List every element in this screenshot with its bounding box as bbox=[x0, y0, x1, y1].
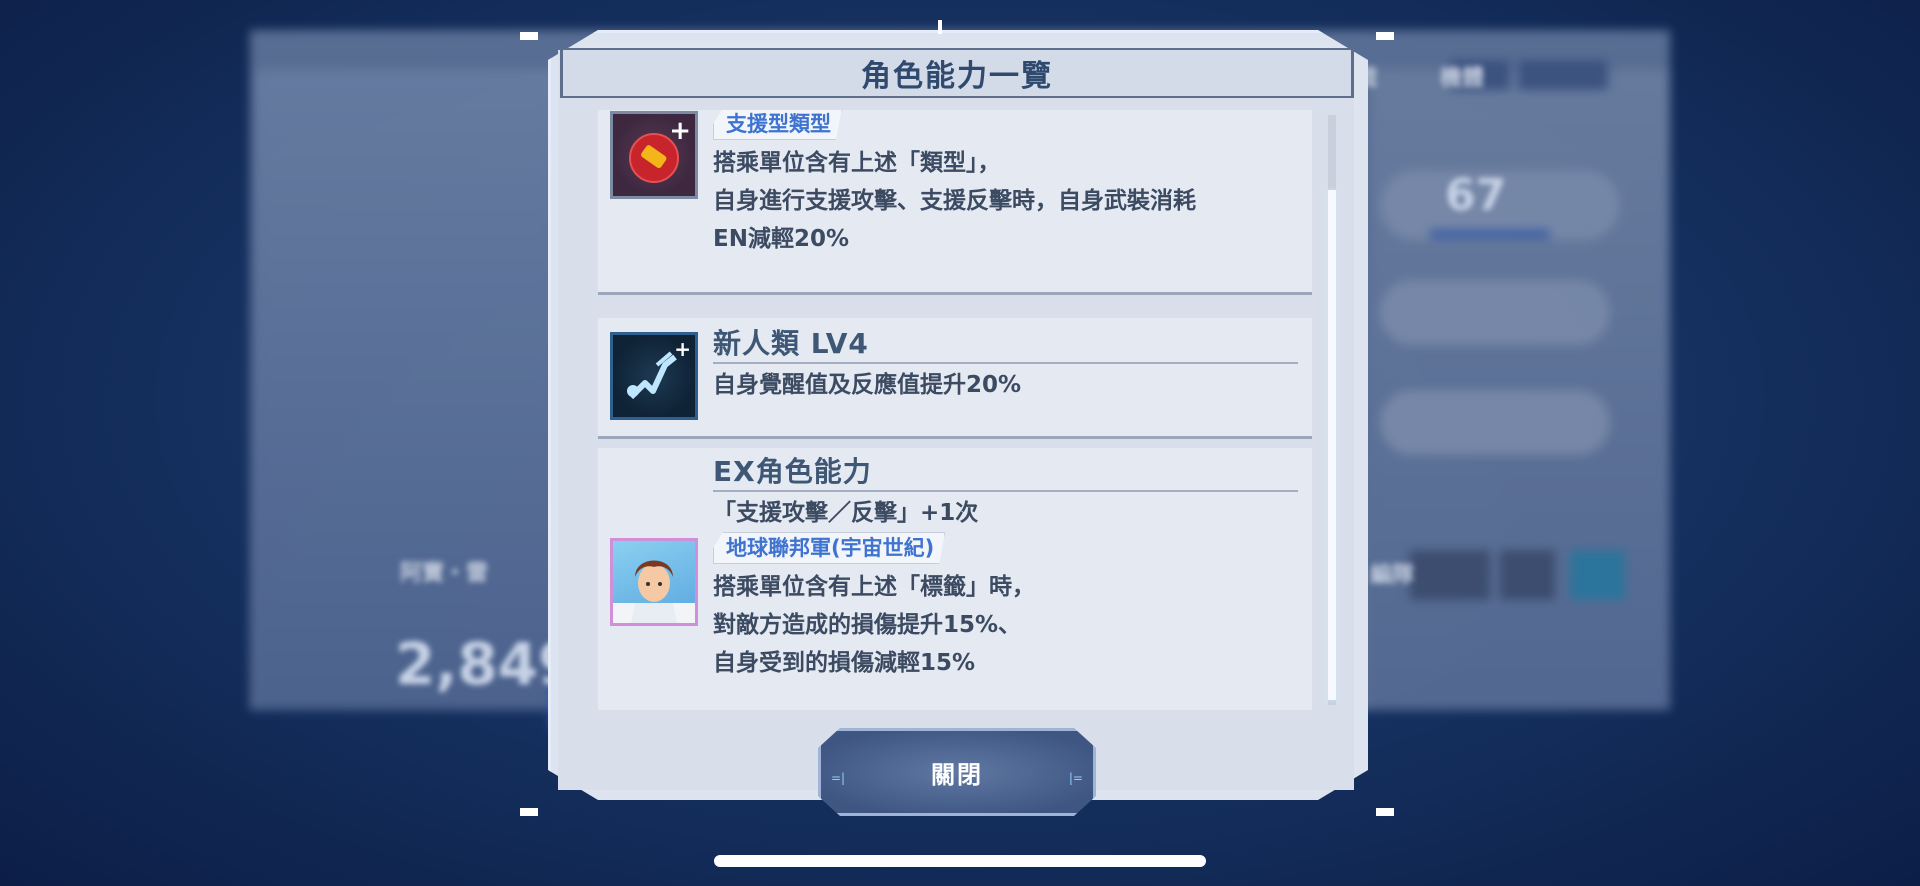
dialog-title-bar: 角色能力一覽 bbox=[560, 48, 1354, 98]
ability-name: EX角色能力 bbox=[713, 454, 1298, 492]
ability-desc-line: 對敵方造成的損傷提升15%、 bbox=[713, 612, 1022, 638]
pilot-portrait-graphic bbox=[613, 560, 695, 623]
background-level-value: 67 bbox=[1445, 170, 1507, 221]
background-left-panel bbox=[255, 70, 555, 710]
background-right-label: 編隊 bbox=[1370, 563, 1415, 588]
ability-card-newtype: + 新人類 LV4 自身覺醒值及反應值提升20% bbox=[598, 318, 1312, 436]
ability-desc-line: 搭乘單位含有上述「類型」， bbox=[713, 150, 1001, 176]
ability-list-dialog: 角色能力一覽 + 支援型類型 搭乘單位含有上述「類型」， 自身進行支援攻擊、支援… bbox=[520, 20, 1394, 816]
frame-corner-tr bbox=[1376, 32, 1394, 40]
ability-text-newtype: 新人類 LV4 自身覺醒值及反應值提升20% bbox=[713, 326, 1298, 404]
type-tag: 支援型類型 bbox=[713, 110, 842, 140]
frame-corner-bl bbox=[520, 808, 538, 816]
background-search-pill-1 bbox=[1380, 280, 1610, 345]
background-tab-b bbox=[1518, 60, 1608, 90]
ability-name: 新人類 LV4 bbox=[713, 326, 1298, 364]
dialog-title: 角色能力一覽 bbox=[861, 59, 1053, 94]
faction-tag: 地球聯邦軍(宇宙世紀) bbox=[713, 532, 945, 564]
background-button-a bbox=[1410, 550, 1490, 600]
ability-desc-line: 自身進行支援攻擊、支援反擊時，自身武裝消耗 bbox=[713, 188, 1196, 214]
ability-text-ex: EX角色能力 「支援攻擊／反擊」+1次 地球聯邦軍(宇宙世紀) 搭乘單位含有上述… bbox=[713, 454, 1298, 682]
newtype-icon: + bbox=[610, 332, 698, 420]
ability-list[interactable]: + 支援型類型 搭乘單位含有上述「類型」， 自身進行支援攻擊、支援反擊時，自身武… bbox=[598, 110, 1333, 710]
ability-card-ex: EX角色能力 「支援攻擊／反擊」+1次 地球聯邦軍(宇宙世紀) 搭乘單位含有上述… bbox=[598, 448, 1312, 710]
close-deco-left-icon: =| bbox=[831, 771, 846, 785]
background-button-c bbox=[1570, 550, 1625, 600]
ability-desc-line: 搭乘單位含有上述「標籤」時， bbox=[713, 574, 1035, 600]
frame-corner-br bbox=[1376, 808, 1394, 816]
plus-icon: + bbox=[669, 116, 691, 146]
background-button-b bbox=[1500, 550, 1555, 600]
pilot-portrait-icon bbox=[610, 538, 698, 626]
ability-text-support: 支援型類型 搭乘單位含有上述「類型」， 自身進行支援攻擊、支援反擊時，自身武裝消… bbox=[713, 110, 1298, 258]
plus-icon: + bbox=[674, 337, 691, 361]
background-level-bar bbox=[1430, 230, 1550, 238]
close-deco-right-icon: |= bbox=[1068, 771, 1083, 785]
frame-corner-tl bbox=[520, 32, 538, 40]
support-type-icon: + bbox=[610, 111, 698, 199]
close-button[interactable]: =| 關閉 |= bbox=[818, 728, 1096, 816]
home-indicator[interactable] bbox=[714, 855, 1206, 867]
ability-subtitle: 「支援攻擊／反擊」+1次 bbox=[713, 500, 979, 526]
ability-desc-line: EN減輕20% bbox=[713, 226, 850, 252]
scrollbar-thumb[interactable] bbox=[1328, 190, 1336, 700]
close-button-label: 關閉 bbox=[931, 760, 983, 789]
ability-card-support: + 支援型類型 搭乘單位含有上述「類型」， 自身進行支援攻擊、支援反擊時，自身武… bbox=[598, 110, 1312, 292]
background-search-pill-2 bbox=[1380, 390, 1610, 455]
background-tab-b-label: 機體 bbox=[1440, 66, 1485, 91]
frame-top-tick bbox=[938, 20, 942, 34]
ability-desc-line: 自身受到的損傷減輕15% bbox=[713, 650, 976, 676]
background-pilot-name: 阿寶・雷 bbox=[400, 561, 489, 586]
ability-desc-line: 自身覺醒值及反應值提升20% bbox=[713, 372, 1022, 398]
